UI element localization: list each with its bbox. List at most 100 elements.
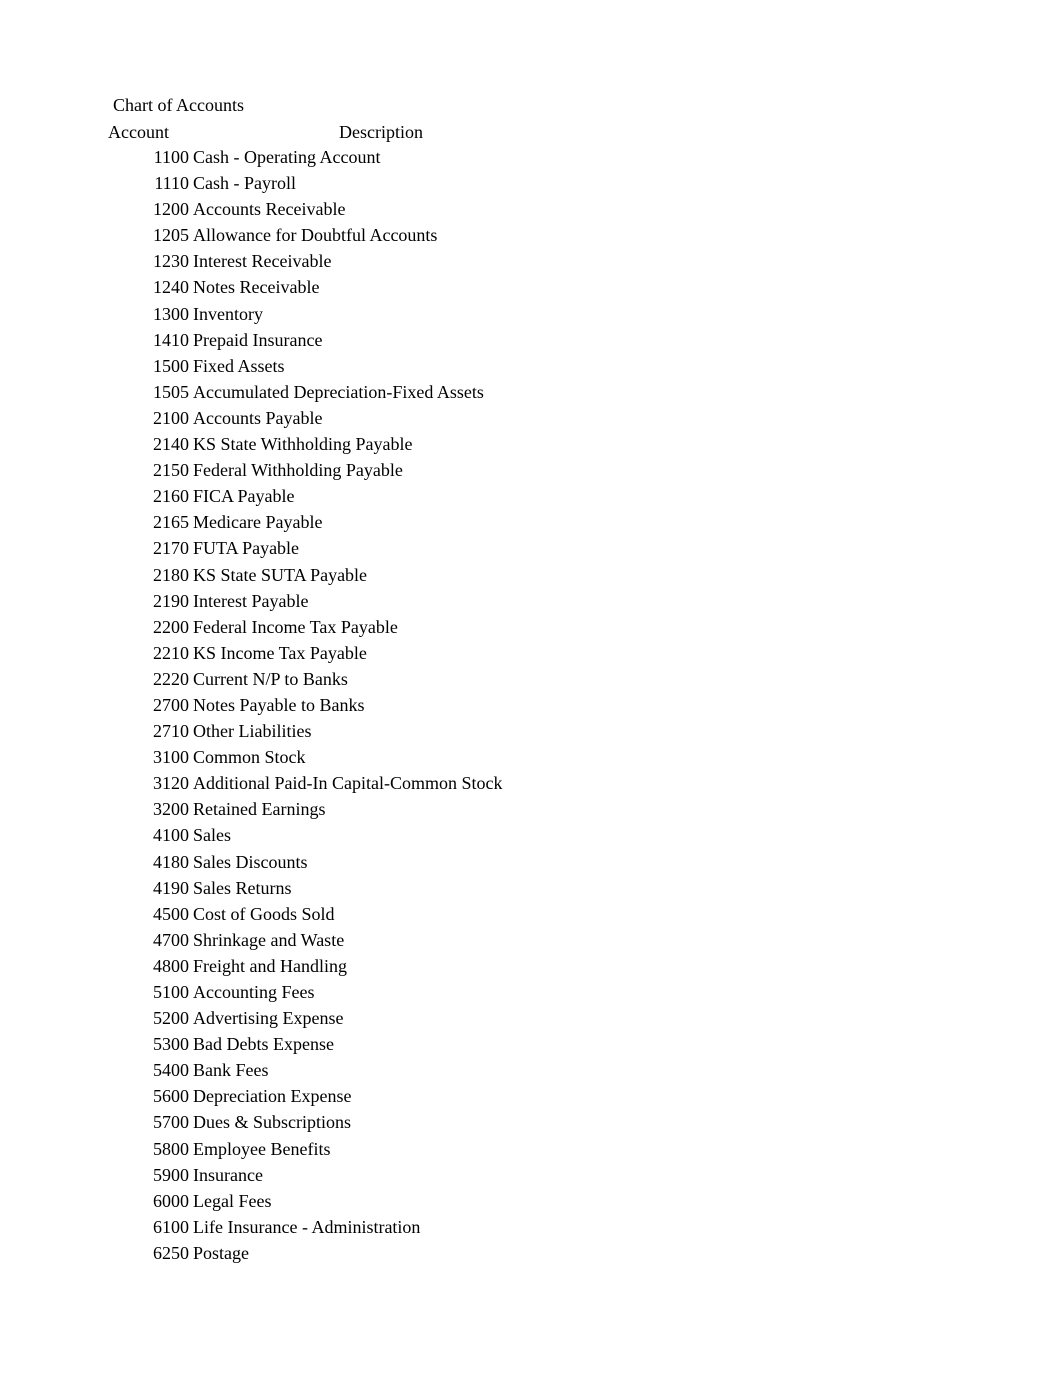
account-number: 6100 (153, 1216, 189, 1237)
account-row: 1110 Cash - Payroll (0, 172, 1062, 198)
account-number: 4180 (153, 851, 189, 872)
account-row: 5700 Dues & Subscriptions (0, 1111, 1062, 1137)
account-description: KS Income Tax Payable (193, 642, 367, 663)
account-number: 4100 (153, 825, 189, 846)
account-row: 2700 Notes Payable to Banks (0, 694, 1062, 720)
account-number: 2220 (153, 668, 189, 689)
account-row: 2170 FUTA Payable (0, 537, 1062, 563)
account-number: 1200 (153, 199, 189, 220)
account-number: 2700 (153, 694, 189, 715)
account-row: 1300 Inventory (0, 303, 1062, 329)
account-row: 4500 Cost of Goods Sold (0, 903, 1062, 929)
account-row: 1230 Interest Receivable (0, 250, 1062, 276)
account-description: KS State SUTA Payable (193, 564, 368, 585)
account-description: Federal Withholding Payable (193, 460, 403, 481)
account-row: 5400 Bank Fees (0, 1059, 1062, 1085)
account-description: Fixed Assets (193, 355, 285, 376)
account-number: 1500 (153, 355, 189, 376)
account-description: Retained Earnings (193, 799, 326, 820)
account-row: 6000 Legal Fees (0, 1190, 1062, 1216)
account-row: 1200 Accounts Receivable (0, 198, 1062, 224)
account-number: 6000 (153, 1190, 189, 1211)
account-row: 1100 Cash - Operating Account (0, 146, 1062, 172)
account-description: Current N/P to Banks (193, 668, 348, 689)
account-row: 5100 Accounting Fees (0, 981, 1062, 1007)
account-number: 2170 (153, 538, 189, 559)
account-number: 2140 (153, 434, 189, 455)
account-number: 2190 (153, 590, 189, 611)
account-row: 5800 Employee Benefits (0, 1138, 1062, 1164)
account-description: Dues & Subscriptions (193, 1112, 352, 1133)
account-number: 6250 (153, 1242, 189, 1263)
account-number: 5900 (153, 1164, 189, 1185)
account-description: KS State Withholding Payable (193, 434, 413, 455)
account-number: 2165 (153, 512, 189, 533)
account-description: Freight and Handling (193, 955, 347, 976)
account-description: Sales Discounts (193, 851, 308, 872)
account-description: Life Insurance - Administration (193, 1216, 421, 1237)
account-row: 2210 KS Income Tax Payable (0, 642, 1062, 668)
account-number: 1300 (153, 303, 189, 324)
account-description: Federal Income Tax Payable (193, 616, 398, 637)
account-row: 1500 Fixed Assets (0, 355, 1062, 381)
account-number: 5800 (153, 1138, 189, 1159)
account-description: Notes Receivable (193, 277, 320, 298)
account-row: 6100 Life Insurance - Administration (0, 1216, 1062, 1242)
account-number: 3200 (153, 799, 189, 820)
account-row: 5900 Insurance (0, 1164, 1062, 1190)
account-row: 4190 Sales Returns (0, 877, 1062, 903)
account-description: Bank Fees (193, 1060, 269, 1081)
account-row: 2180 KS State SUTA Payable (0, 564, 1062, 590)
account-description: Employee Benefits (193, 1138, 331, 1159)
account-number: 1505 (153, 381, 189, 402)
account-row: 4100 Sales (0, 824, 1062, 850)
account-row: 2710 Other Liabilities (0, 720, 1062, 746)
account-description: Insurance (193, 1164, 263, 1185)
page-title: Chart of Accounts (113, 95, 244, 115)
account-row: 1205 Allowance for Doubtful Accounts (0, 224, 1062, 250)
account-number: 5600 (153, 1086, 189, 1107)
account-row: 5300 Bad Debts Expense (0, 1033, 1062, 1059)
account-description: Shrinkage and Waste (193, 929, 345, 950)
account-description: Interest Receivable (193, 251, 332, 272)
account-description: Common Stock (193, 747, 306, 768)
account-description: Accounts Receivable (193, 199, 346, 220)
account-row: 2100 Accounts Payable (0, 407, 1062, 433)
account-number: 1205 (153, 225, 189, 246)
account-description: Accounts Payable (193, 407, 323, 428)
account-number: 1100 (153, 147, 189, 167)
account-description: Medicare Payable (193, 512, 323, 533)
column-header-account: Account (108, 122, 169, 142)
account-number: 1240 (153, 277, 189, 298)
account-number: 4500 (153, 903, 189, 924)
account-row: 2140 KS State Withholding Payable (0, 433, 1062, 459)
account-number: 5400 (153, 1060, 189, 1081)
account-description: Depreciation Expense (193, 1086, 352, 1107)
account-description: Interest Payable (193, 590, 309, 611)
account-description: Inventory (193, 303, 263, 324)
account-number: 4700 (153, 929, 189, 950)
account-number: 3100 (153, 747, 189, 768)
account-description: FICA Payable (193, 486, 295, 507)
account-number: 2200 (153, 616, 189, 637)
account-row: 1505 Accumulated Depreciation-Fixed Asset… (0, 381, 1062, 407)
account-description: Sales (193, 825, 231, 846)
account-row: 4180 Sales Discounts (0, 851, 1062, 877)
account-row: 2200 Federal Income Tax Payable (0, 616, 1062, 642)
account-description: Prepaid Insurance (193, 329, 323, 350)
account-number: 5200 (153, 1008, 189, 1029)
account-number: 5100 (153, 982, 189, 1002)
account-row: 2150 Federal Withholding Payable (0, 459, 1062, 485)
account-row: 2160 FICA Payable (0, 485, 1062, 511)
account-description: Cost of Goods Sold (193, 903, 335, 924)
account-number: 1110 (154, 173, 189, 194)
account-description: Postage (193, 1242, 249, 1263)
account-row: 3100 Common Stock (0, 746, 1062, 772)
account-row: 2165 Medicare Payable (0, 511, 1062, 537)
account-number: 2100 (153, 407, 189, 428)
account-row: 4800 Freight and Handling (0, 955, 1062, 981)
account-row: 2220 Current N/P to Banks (0, 668, 1062, 694)
account-description: FUTA Payable (193, 538, 300, 559)
account-row: 1410 Prepaid Insurance (0, 329, 1062, 355)
account-description: Advertising Expense (193, 1008, 344, 1029)
